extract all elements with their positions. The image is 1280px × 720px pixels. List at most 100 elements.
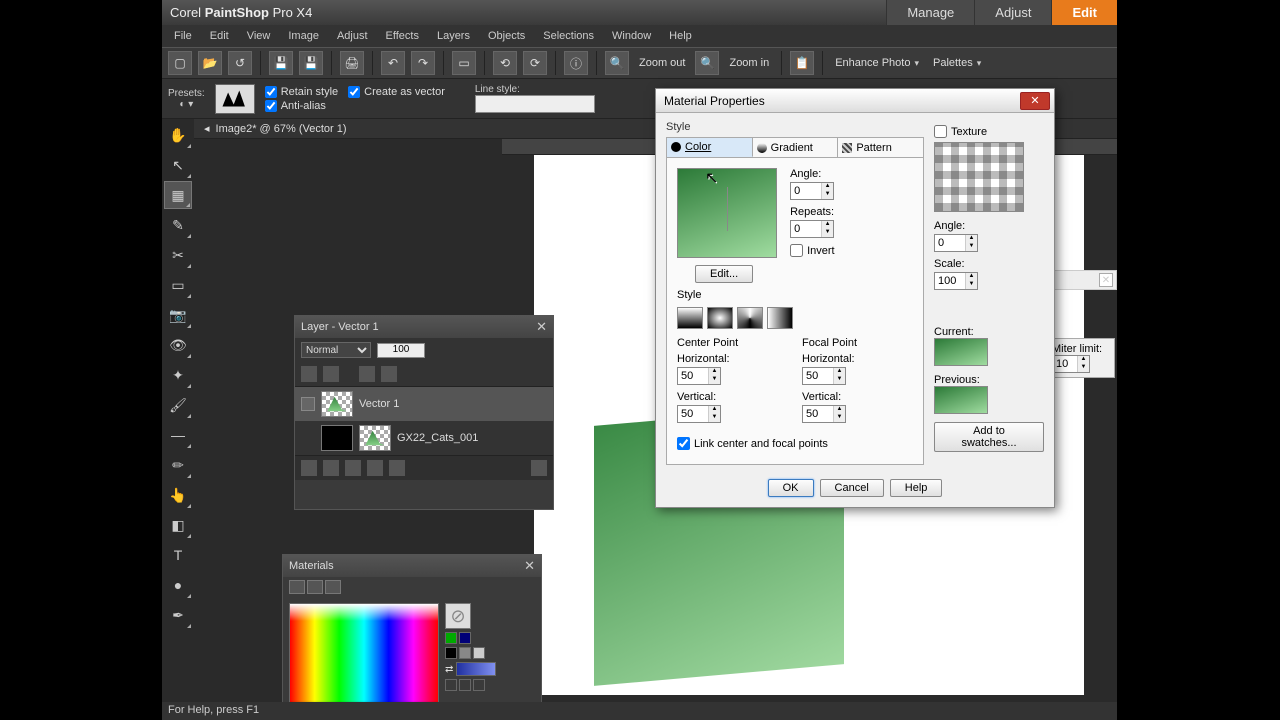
fg-grad-icon[interactable] [459, 632, 471, 644]
zoom-in-icon[interactable]: 🔍 [695, 51, 719, 75]
saveas-icon[interactable]: 💾 [299, 51, 323, 75]
gradient-style-rectangular[interactable] [707, 307, 733, 329]
menu-file[interactable]: File [166, 28, 200, 44]
eraser-tool-icon[interactable]: ◧ [164, 511, 192, 539]
straighten-tool-icon[interactable]: ▭ [164, 271, 192, 299]
save-icon[interactable]: 💾 [269, 51, 293, 75]
print-icon[interactable]: 🖨 [340, 51, 364, 75]
center-h-spinbox[interactable]: ▲▼ [677, 367, 721, 385]
rotate-left-icon[interactable]: ⟲ [493, 51, 517, 75]
menu-window[interactable]: Window [604, 28, 659, 44]
paintbrush-tool-icon[interactable]: 🖌 [164, 391, 192, 419]
rotate-right-icon[interactable]: ⟳ [523, 51, 547, 75]
mode-icon[interactable] [445, 647, 457, 659]
lighten-tool-icon[interactable]: ✏ [164, 451, 192, 479]
center-v-spinbox[interactable]: ▲▼ [677, 405, 721, 423]
menu-effects[interactable]: Effects [378, 28, 427, 44]
selection-tool-icon[interactable]: ▦ [164, 181, 192, 209]
miter-spinbox[interactable]: ▲▼ [1052, 355, 1090, 373]
layer-link-icon[interactable] [359, 366, 375, 382]
mode-icon[interactable] [473, 647, 485, 659]
text-tool-icon[interactable]: T [164, 541, 192, 569]
pick-tool-icon[interactable]: ↖ [164, 151, 192, 179]
antialias-checkbox[interactable] [265, 100, 277, 112]
undo-icon[interactable]: ↶ [381, 51, 405, 75]
zoom-out-icon[interactable]: 🔍 [605, 51, 629, 75]
menu-objects[interactable]: Objects [480, 28, 533, 44]
materials-tab-swatches[interactable] [325, 580, 341, 594]
revert-icon[interactable]: ↺ [228, 51, 252, 75]
background-swatch[interactable] [456, 662, 496, 676]
merge-icon[interactable] [367, 460, 383, 476]
menu-help[interactable]: Help [661, 28, 700, 44]
layer-edit-icon[interactable] [301, 366, 317, 382]
materials-tab-frame[interactable] [307, 580, 323, 594]
retain-style-checkbox[interactable] [265, 86, 277, 98]
gradient-style-sunburst[interactable] [737, 307, 763, 329]
airbrush-tool-icon[interactable]: — [164, 421, 192, 449]
perspective-tool-icon[interactable]: 📷 [164, 301, 192, 329]
pan-tool-icon[interactable]: ✋ [164, 121, 192, 149]
visibility-icon[interactable] [301, 397, 315, 411]
menu-view[interactable]: View [239, 28, 279, 44]
tab-color[interactable]: Color [667, 138, 753, 157]
add-to-swatches-button[interactable]: Add to swatches... [934, 422, 1044, 452]
shape-tool-icon[interactable]: ● [164, 571, 192, 599]
color-spectrum[interactable] [289, 603, 439, 702]
gradient-style-radial[interactable] [767, 307, 793, 329]
preset-thumb[interactable] [215, 84, 255, 114]
repeats-spinbox[interactable]: ▲▼ [790, 220, 834, 238]
ok-button[interactable]: OK [768, 479, 814, 497]
info-icon[interactable]: ⓘ [564, 51, 588, 75]
tab-gradient[interactable]: Gradient [753, 138, 839, 157]
crop-tool-icon[interactable]: ✂ [164, 241, 192, 269]
new-layer-icon[interactable] [301, 460, 317, 476]
menu-layers[interactable]: Layers [429, 28, 478, 44]
edit-gradient-button[interactable]: Edit... [695, 265, 753, 283]
pen-tool-icon[interactable]: ✒ [164, 601, 192, 629]
zoom-out-label[interactable]: Zoom out [635, 57, 689, 69]
menu-edit[interactable]: Edit [202, 28, 237, 44]
menu-image[interactable]: Image [280, 28, 327, 44]
zoom-in-label[interactable]: Zoom in [725, 57, 773, 69]
gradient-style-linear[interactable] [677, 307, 703, 329]
texture-checkbox[interactable] [934, 125, 947, 138]
link-points-checkbox[interactable] [677, 437, 690, 450]
blend-mode-select[interactable]: Normal [301, 342, 371, 358]
enhance-dropdown[interactable]: Enhance Photo [831, 57, 923, 69]
paste-icon[interactable]: 📋 [790, 51, 814, 75]
menu-selections[interactable]: Selections [535, 28, 602, 44]
focal-h-spinbox[interactable]: ▲▼ [802, 367, 846, 385]
line-style-dropdown[interactable] [475, 95, 595, 113]
layer-lock-icon[interactable] [381, 366, 397, 382]
layer-item-cats[interactable]: GX22_Cats_001 [295, 421, 553, 455]
workspace-tab-adjust[interactable]: Adjust [974, 0, 1051, 25]
new-group-icon[interactable] [345, 460, 361, 476]
texture-angle-spinbox[interactable]: ▲▼ [934, 234, 978, 252]
opacity-input[interactable]: 100 [377, 343, 425, 358]
redo-icon[interactable]: ↷ [411, 51, 435, 75]
create-vector-checkbox[interactable] [348, 86, 360, 98]
gradient-preview[interactable] [677, 168, 777, 258]
open-icon[interactable]: 📂 [198, 51, 222, 75]
close-icon[interactable]: ✕ [536, 319, 547, 335]
palettes-dropdown[interactable]: Palettes [929, 57, 985, 69]
menu-adjust[interactable]: Adjust [329, 28, 376, 44]
bg-icon[interactable] [445, 679, 457, 691]
resize-icon[interactable]: ▭ [452, 51, 476, 75]
dropper-tool-icon[interactable]: ✎ [164, 211, 192, 239]
workspace-tab-manage[interactable]: Manage [886, 0, 974, 25]
clone-tool-icon[interactable]: ✦ [164, 361, 192, 389]
tab-pattern[interactable]: Pattern [838, 138, 923, 157]
layer-mask-icon[interactable] [323, 366, 339, 382]
fg-solid-icon[interactable] [445, 632, 457, 644]
new-icon[interactable]: ▢ [168, 51, 192, 75]
delete-layer-icon[interactable] [389, 460, 405, 476]
smudge-tool-icon[interactable]: 👆 [164, 481, 192, 509]
cancel-button[interactable]: Cancel [820, 479, 884, 497]
focal-v-spinbox[interactable]: ▲▼ [802, 405, 846, 423]
texture-scale-spinbox[interactable]: ▲▼ [934, 272, 978, 290]
texture-preview[interactable] [934, 142, 1024, 212]
workspace-tab-edit[interactable]: Edit [1051, 0, 1117, 25]
help-button[interactable]: Help [890, 479, 943, 497]
